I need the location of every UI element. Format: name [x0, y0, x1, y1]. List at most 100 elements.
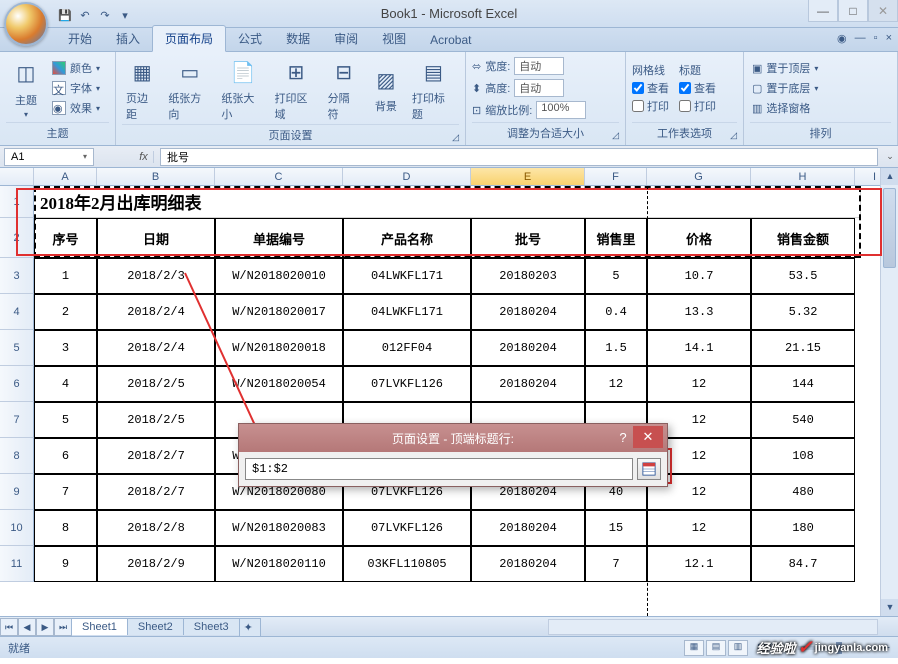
cell[interactable]: 1 [34, 258, 97, 294]
dialog-titlebar[interactable]: 页面设置 - 顶端标题行: ? ✕ [239, 424, 667, 452]
bring-front-button[interactable]: ▣置于顶层▾ [750, 59, 820, 77]
col-header-b[interactable]: B [97, 168, 215, 185]
row-header[interactable]: 11 [0, 546, 34, 582]
title-rows-input[interactable] [245, 458, 633, 480]
page-setup-launcher-icon[interactable]: ◿ [452, 132, 459, 143]
cell[interactable]: 13.3 [647, 294, 751, 330]
orientation-button[interactable]: ▭纸张方向 [164, 54, 215, 124]
name-box[interactable]: A1▾ [4, 148, 94, 166]
size-button[interactable]: 📄纸张大小 [217, 54, 268, 124]
cell[interactable]: 540 [751, 402, 855, 438]
restore-window-icon[interactable]: ▫ [874, 32, 878, 45]
sheet-tab-1[interactable]: Sheet1 [71, 618, 128, 635]
minimize-button[interactable]: — [808, 0, 838, 22]
gridlines-print-checkbox[interactable]: 打印 [632, 98, 669, 114]
cell[interactable]: 1.5 [585, 330, 647, 366]
cell[interactable]: 价格 [647, 218, 751, 258]
print-titles-button[interactable]: ▤打印标题 [408, 54, 459, 124]
width-input[interactable]: 自动 [514, 57, 564, 75]
scroll-thumb[interactable] [883, 188, 896, 268]
row-header[interactable]: 4 [0, 294, 34, 330]
selection-pane-button[interactable]: ▥选择窗格 [750, 99, 820, 117]
cell[interactable]: 批号 [471, 218, 585, 258]
print-area-button[interactable]: ⊞打印区域 [271, 54, 322, 124]
cell[interactable]: 序号 [34, 218, 97, 258]
select-all-corner[interactable] [0, 168, 34, 185]
fonts-button[interactable]: 文字体▾ [50, 79, 102, 97]
cell[interactable]: 180 [751, 510, 855, 546]
save-icon[interactable]: 💾 [56, 6, 74, 24]
cell[interactable]: 12.1 [647, 546, 751, 582]
scale-launcher-icon[interactable]: ◿ [612, 130, 619, 141]
page-layout-view-button[interactable]: ▤ [706, 640, 726, 656]
margins-button[interactable]: ▦页边距 [122, 54, 162, 124]
cell[interactable]: 03KFL110805 [343, 546, 471, 582]
cell[interactable]: 4 [34, 366, 97, 402]
cell[interactable]: 2018年2月出库明细表 [34, 186, 861, 218]
cell[interactable]: 5 [585, 258, 647, 294]
qat-dropdown-icon[interactable]: ▾ [116, 6, 134, 24]
cell[interactable]: 7 [34, 474, 97, 510]
redo-icon[interactable]: ↷ [96, 6, 114, 24]
cell[interactable]: 10.7 [647, 258, 751, 294]
cell[interactable]: 销售里 [585, 218, 647, 258]
tab-公式[interactable]: 公式 [226, 26, 274, 51]
cell[interactable]: 14.1 [647, 330, 751, 366]
cell[interactable]: 53.5 [751, 258, 855, 294]
headings-view-checkbox[interactable]: 查看 [679, 80, 716, 96]
cell[interactable]: 144 [751, 366, 855, 402]
cell[interactable]: 2018/2/7 [97, 474, 215, 510]
row-header[interactable]: 10 [0, 510, 34, 546]
send-back-button[interactable]: ▢置于底层▾ [750, 79, 820, 97]
cell[interactable]: 2018/2/4 [97, 330, 215, 366]
cell[interactable]: 20180204 [471, 546, 585, 582]
cell[interactable]: 12 [647, 366, 751, 402]
background-button[interactable]: ▨背景 [366, 62, 406, 116]
first-sheet-button[interactable]: ⏮ [0, 618, 18, 636]
undo-icon[interactable]: ↶ [76, 6, 94, 24]
cell[interactable]: 12 [647, 510, 751, 546]
office-button[interactable] [4, 2, 48, 46]
cell[interactable]: 07LVKFL126 [343, 510, 471, 546]
row-header[interactable]: 2 [0, 218, 34, 258]
colors-button[interactable]: 颜色▾ [50, 59, 102, 77]
scale-input[interactable]: 100% [536, 101, 586, 119]
cell[interactable]: 480 [751, 474, 855, 510]
cell[interactable]: 2018/2/3 [97, 258, 215, 294]
cell[interactable]: 2018/2/5 [97, 402, 215, 438]
col-header-d[interactable]: D [343, 168, 471, 185]
fx-button[interactable]: fx [134, 151, 154, 163]
last-sheet-button[interactable]: ⏭ [54, 618, 72, 636]
cell[interactable]: W/N2018020083 [215, 510, 343, 546]
scroll-down-icon[interactable]: ▼ [881, 599, 898, 616]
close-workbook-icon[interactable]: × [886, 32, 892, 45]
cell[interactable]: 5 [34, 402, 97, 438]
cell[interactable]: 产品名称 [343, 218, 471, 258]
cell[interactable]: 21.15 [751, 330, 855, 366]
page-break-view-button[interactable]: ▥ [728, 640, 748, 656]
col-header-a[interactable]: A [34, 168, 97, 185]
row-header[interactable]: 3 [0, 258, 34, 294]
close-button[interactable]: ✕ [868, 0, 898, 22]
collapse-dialog-button[interactable] [637, 458, 661, 480]
cell[interactable]: 07LVKFL126 [343, 366, 471, 402]
cell[interactable]: 5.32 [751, 294, 855, 330]
cell[interactable]: 20180204 [471, 330, 585, 366]
cell[interactable]: 0.4 [585, 294, 647, 330]
cell[interactable]: W/N2018020018 [215, 330, 343, 366]
cell[interactable]: 2 [34, 294, 97, 330]
cell[interactable]: 9 [34, 546, 97, 582]
headings-print-checkbox[interactable]: 打印 [679, 98, 716, 114]
sheet-opts-launcher-icon[interactable]: ◿ [730, 130, 737, 141]
cell[interactable]: 84.7 [751, 546, 855, 582]
cell[interactable]: 7 [585, 546, 647, 582]
cell[interactable]: 20180204 [471, 510, 585, 546]
cell[interactable]: 2018/2/4 [97, 294, 215, 330]
grid-body[interactable]: 12018年2月出库明细表2序号日期单据编号产品名称批号销售里价格销售金额312… [0, 186, 880, 616]
cell[interactable]: 2018/2/7 [97, 438, 215, 474]
cell[interactable]: W/N2018020010 [215, 258, 343, 294]
cell[interactable]: 2018/2/8 [97, 510, 215, 546]
normal-view-button[interactable]: ▦ [684, 640, 704, 656]
help-icon[interactable]: ◉ [837, 32, 847, 45]
cell[interactable]: W/N2018020054 [215, 366, 343, 402]
